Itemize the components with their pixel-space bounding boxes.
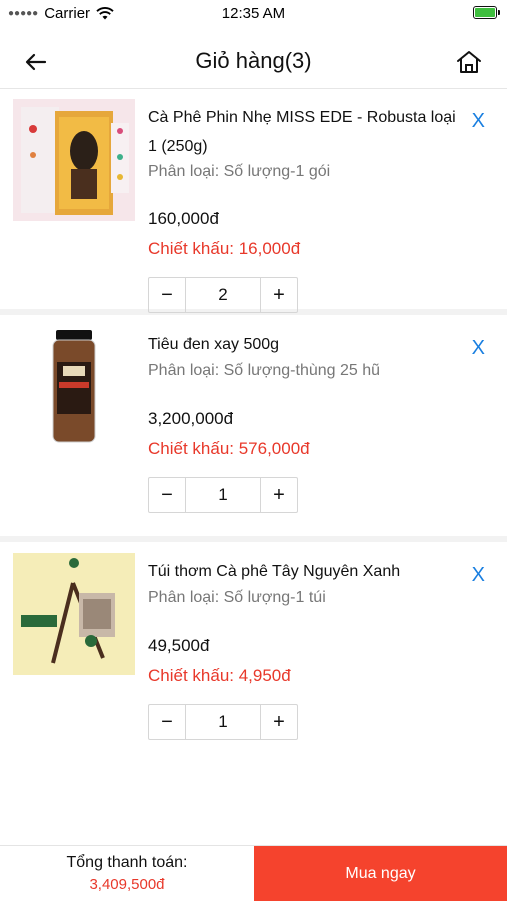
product-name[interactable]: Túi thơm Cà phê Tây Nguyên Xanh	[148, 557, 458, 586]
product-name[interactable]: Cà Phê Phin Nhẹ MISS EDE - Robusta loại …	[148, 103, 458, 161]
product-discount: Chiết khấu: 16,000đ	[148, 239, 301, 258]
decrease-button[interactable]: −	[149, 278, 185, 312]
total-label: Tổng thanh toán:	[66, 854, 188, 871]
quantity-stepper: − 2 +	[148, 277, 298, 313]
decrease-button[interactable]: −	[149, 705, 185, 739]
cart-item: Cà Phê Phin Nhẹ MISS EDE - Robusta loại …	[0, 88, 507, 315]
total-value: 3,409,500đ	[89, 876, 165, 893]
page-title: Giỏ hàng(3)	[195, 48, 312, 73]
home-icon[interactable]	[455, 48, 483, 76]
decrease-button[interactable]: −	[149, 478, 185, 512]
battery-icon	[473, 6, 500, 19]
increase-button[interactable]: +	[261, 705, 297, 739]
product-price: 49,500đ	[148, 636, 210, 655]
remove-item-button[interactable]: X	[472, 564, 485, 587]
status-bar: ●●●●● Carrier 12:35 AM	[0, 0, 507, 26]
product-price: 3,200,000đ	[148, 409, 234, 428]
cart-list: Cà Phê Phin Nhẹ MISS EDE - Robusta loại …	[0, 88, 507, 769]
quantity-value[interactable]: 2	[185, 278, 261, 312]
checkout-bar: Tổng thanh toán: 3,409,500đ Mua ngay	[0, 845, 507, 901]
product-name[interactable]: Tiêu đen xay 500g	[148, 330, 458, 359]
remove-item-button[interactable]: X	[472, 337, 485, 360]
product-image[interactable]	[13, 553, 135, 675]
product-price: 160,000đ	[148, 209, 219, 228]
product-discount: Chiết khấu: 576,000đ	[148, 439, 310, 458]
status-time: 12:35 AM	[221, 5, 286, 22]
increase-button[interactable]: +	[261, 478, 297, 512]
remove-item-button[interactable]: X	[472, 110, 485, 133]
cart-item: Tiêu đen xay 500g Phân loại: Số lượng-th…	[0, 315, 507, 542]
cart-item: Túi thơm Cà phê Tây Nguyên Xanh Phân loạ…	[0, 542, 507, 769]
product-variant: Phân loại: Số lượng-1 gói	[148, 163, 331, 180]
product-discount: Chiết khấu: 4,950đ	[148, 666, 291, 685]
quantity-stepper: − 1 +	[148, 477, 298, 513]
buy-now-button[interactable]: Mua ngay	[254, 846, 507, 901]
product-image[interactable]	[13, 99, 135, 221]
increase-button[interactable]: +	[261, 278, 297, 312]
product-variant: Phân loại: Số lượng-1 túi	[148, 589, 326, 606]
quantity-value[interactable]: 1	[185, 478, 261, 512]
product-variant: Phân loại: Số lượng-thùng 25 hũ	[148, 362, 381, 379]
quantity-stepper: − 1 +	[148, 704, 298, 740]
product-image[interactable]	[13, 326, 135, 448]
navbar: Giỏ hàng(3)	[0, 36, 507, 89]
quantity-value[interactable]: 1	[185, 705, 261, 739]
